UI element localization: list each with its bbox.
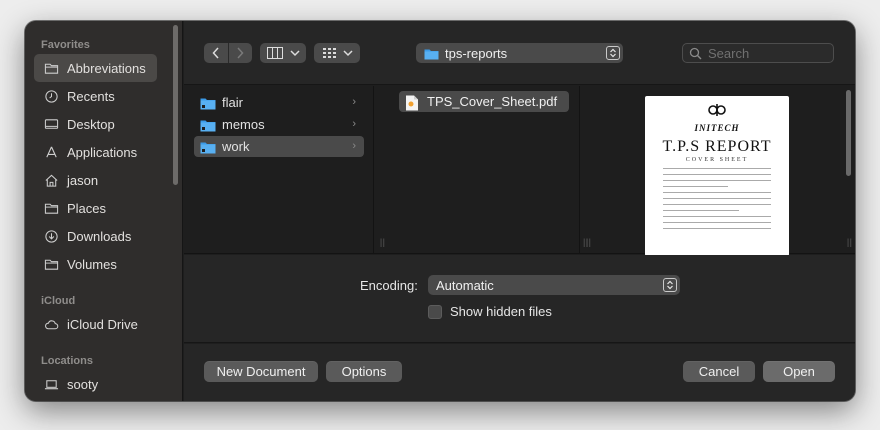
sidebar-item-recents[interactable]: Recents: [34, 82, 157, 110]
chevron-right-icon: ›: [352, 96, 356, 108]
back-button[interactable]: [204, 43, 228, 63]
sidebar-item-volumes[interactable]: Volumes: [34, 250, 157, 278]
file-browser: flair › memos › work › | | TPS_Cover_She…: [184, 86, 855, 256]
sidebar-item-label: jason: [67, 172, 99, 188]
preview-company: INITECH: [694, 123, 740, 133]
sidebar-item-places[interactable]: Places: [34, 194, 157, 222]
file-label: TPS_Cover_Sheet.pdf: [427, 94, 558, 109]
download-icon: [43, 228, 59, 244]
up-down-stepper-icon: [663, 278, 677, 292]
pdf-file-icon: [405, 95, 421, 110]
chevron-down-icon: [342, 50, 353, 57]
sidebar-item-label: Volumes: [67, 256, 117, 272]
sidebar-section-icloud: iCloud: [41, 295, 76, 307]
group-by-button[interactable]: [314, 43, 360, 63]
search-input[interactable]: [708, 45, 828, 61]
button-bar: New Document Options Cancel Open: [184, 344, 855, 401]
sidebar-item-label: Desktop: [67, 116, 115, 132]
options-button[interactable]: Options: [326, 361, 402, 382]
folder-label: flair: [222, 95, 243, 110]
sidebar-item-label: sooty: [67, 376, 99, 392]
folder-icon: [200, 140, 216, 154]
location-label: tps-reports: [445, 45, 508, 61]
preview-subtitle: COVER SHEET: [685, 157, 749, 163]
sidebar-item-label: Abbreviations: [67, 60, 146, 76]
sidebar: Favorites Abbreviations Recents Desktop …: [25, 21, 183, 401]
list-item-flair[interactable]: flair ›: [194, 92, 364, 113]
sidebar-item-abbreviations[interactable]: Abbreviations: [34, 54, 157, 82]
back-forward-control: [204, 43, 252, 63]
sidebar-item-jason[interactable]: jason: [34, 166, 157, 194]
chevron-right-icon: [237, 47, 244, 59]
up-down-stepper-icon: [606, 46, 620, 60]
chevron-left-icon: [212, 47, 219, 59]
cloud-icon: [43, 316, 59, 332]
options-panel: Encoding: Automatic Show hidden files: [184, 255, 855, 343]
folder-icon: [424, 49, 439, 59]
view-mode-button[interactable]: [260, 43, 306, 63]
column-resize-handle[interactable]: | |: [583, 237, 588, 247]
browser-column-1: flair › memos › work › | |: [184, 86, 385, 253]
list-item-memos[interactable]: memos ›: [194, 114, 364, 135]
chevron-right-icon: ›: [352, 118, 356, 130]
laptop-icon: [43, 376, 59, 392]
sidebar-item-desktop[interactable]: Desktop: [34, 110, 157, 138]
open-button[interactable]: Open: [763, 361, 835, 382]
folder-label: memos: [222, 117, 265, 132]
chevron-right-icon: ›: [352, 140, 356, 152]
preview-column: INITECH T.P.S REPORT COVER SHEET | | | |: [581, 86, 855, 256]
sidebar-item-applications[interactable]: Applications: [34, 138, 157, 166]
search-icon: [689, 47, 702, 59]
sidebar-item-label: Applications: [67, 144, 138, 160]
document-preview: INITECH T.P.S REPORT COVER SHEET: [645, 96, 789, 256]
home-icon: [43, 172, 59, 188]
toolbar: tps-reports: [184, 21, 855, 85]
columns-view-icon: [266, 47, 283, 59]
search-field[interactable]: [682, 43, 834, 63]
sidebar-item-sooty[interactable]: sooty: [34, 370, 157, 398]
preview-scrollbar[interactable]: [846, 90, 851, 176]
folder-label: work: [222, 139, 250, 154]
encoding-value: Automatic: [436, 277, 494, 293]
sidebar-item-label: Places: [67, 200, 107, 216]
show-hidden-files-option[interactable]: Show hidden files: [428, 304, 552, 319]
column-resize-handle[interactable]: | |: [847, 237, 852, 247]
forward-button[interactable]: [227, 43, 253, 63]
folder-icon: [200, 96, 216, 110]
open-dialog: Favorites Abbreviations Recents Desktop …: [25, 21, 855, 401]
sidebar-item-label: iCloud Drive: [67, 316, 138, 332]
list-item-work[interactable]: work ›: [194, 136, 364, 157]
folder-icon: [43, 256, 59, 272]
desktop-icon: [43, 116, 59, 132]
sidebar-item-label: Recents: [67, 88, 115, 104]
sidebar-item-downloads[interactable]: Downloads: [34, 222, 157, 250]
new-document-button[interactable]: New Document: [204, 361, 318, 382]
encoding-popup[interactable]: Automatic: [428, 275, 680, 295]
sidebar-section-favorites: Favorites: [41, 39, 90, 51]
encoding-label: Encoding:: [360, 278, 418, 293]
chevron-down-icon: [289, 50, 300, 57]
list-item-tps-cover-sheet[interactable]: TPS_Cover_Sheet.pdf: [399, 91, 569, 112]
preview-form-lines: [663, 168, 771, 234]
sidebar-scrollbar[interactable]: [173, 25, 178, 185]
folder-icon: [200, 118, 216, 132]
clock-icon: [43, 88, 59, 104]
initech-logo: [645, 102, 789, 121]
location-popup[interactable]: tps-reports: [416, 43, 623, 63]
show-hidden-files-checkbox[interactable]: [428, 304, 442, 319]
folder-icon: [43, 200, 59, 216]
grid-icon: [322, 48, 336, 58]
sidebar-item-label: Downloads: [67, 228, 132, 244]
applications-icon: [43, 144, 59, 160]
browser-column-2: TPS_Cover_Sheet.pdf | |: [375, 86, 591, 253]
preview-title: T.P.S REPORT: [662, 138, 772, 155]
show-hidden-files-label: Show hidden files: [450, 304, 552, 319]
folder-icon: [43, 60, 59, 76]
sidebar-section-locations: Locations: [41, 355, 93, 367]
cancel-button[interactable]: Cancel: [683, 361, 755, 382]
sidebar-item-icloud-drive[interactable]: iCloud Drive: [34, 310, 157, 338]
